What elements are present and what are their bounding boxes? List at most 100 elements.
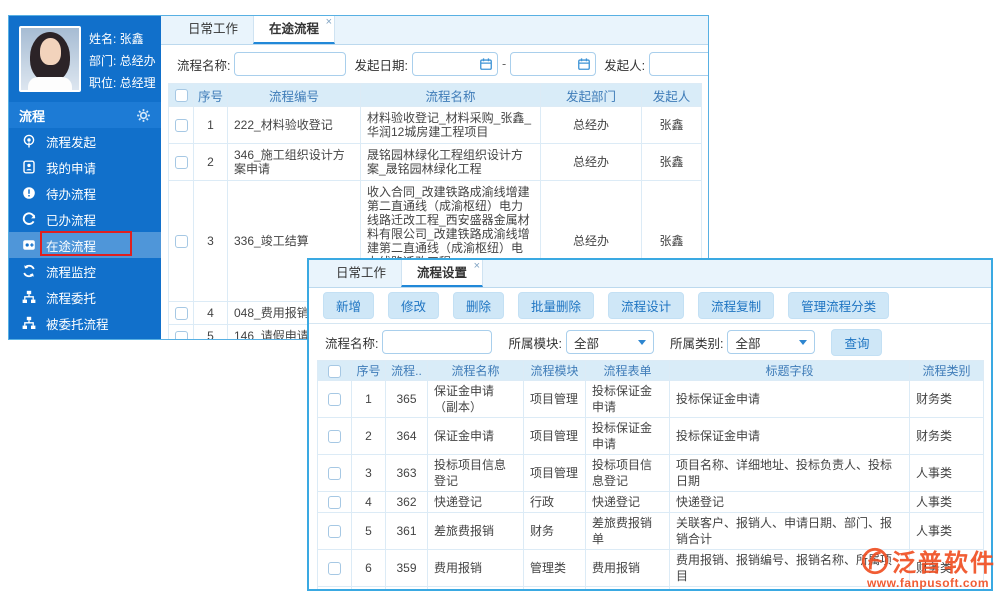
sidebar-item-delegated[interactable]: 被委托流程 [9,310,161,336]
pending-icon [21,185,37,201]
toolbar: 新增 修改 删除 批量删除 流程设计 流程复制 管理流程分类 [309,288,991,324]
sidebar-item-initiate[interactable]: 流程发起 [9,128,161,154]
delete-button[interactable]: 删除 [453,292,505,319]
sitemap-icon [21,289,37,305]
process-design-button[interactable]: 流程设计 [608,292,685,319]
date-to-wrap [510,52,597,76]
select-all-checkbox[interactable] [174,89,188,103]
process-name-input[interactable] [234,52,347,76]
cell: 3 [193,180,228,302]
sidebar-item-in-transit[interactable]: 在途流程 [9,232,161,258]
module-dropdown[interactable]: 全部 [565,330,654,354]
close-icon[interactable]: × [474,261,480,272]
column-header: 发起人 [641,83,702,107]
process-name-label: 流程名称: [325,336,379,351]
cell: 项目线索 [427,586,524,589]
initiator-input[interactable] [649,52,708,76]
date-from-input[interactable] [411,52,498,76]
checkbox-cell [317,491,352,513]
sidebar-item-done[interactable]: 已办流程 [9,206,161,232]
sidebar-item-my-applications[interactable]: 我的申请 [9,154,161,180]
edit-button[interactable]: 修改 [388,292,440,319]
table-header-row: 序号 流程编号 流程名称 发起部门 发起人 [168,83,702,107]
cell: 财务 [523,512,586,550]
column-header: 流程类别 [909,360,984,381]
row-checkbox[interactable] [175,156,188,170]
gear-icon[interactable] [136,108,151,123]
cell: 项目管理 [523,417,586,455]
avatar [19,26,81,92]
back-table-head: 序号 流程编号 流程名称 发起部门 发起人 [168,83,702,107]
date-from-wrap [411,52,498,76]
tab-process-settings[interactable]: 流程设置 × [401,260,484,287]
close-icon[interactable]: × [326,17,332,28]
row-checkbox[interactable] [175,307,188,321]
sidebar-item-label: 我的申请 [46,161,97,176]
column-header: 标题字段 [669,360,910,381]
column-header: 序号 [351,360,386,381]
tab-daily-work[interactable]: 日常工作 [173,16,253,44]
row-checkbox[interactable] [175,330,188,339]
tab-in-transit[interactable]: 在途流程 × [253,16,336,44]
cell: 财务类 [909,417,984,455]
row-checkbox[interactable] [328,467,341,481]
cell: 359 [385,549,428,587]
process-name-input[interactable] [382,330,493,354]
category-label: 所属类别: [669,336,724,351]
sidebar-item-monitor[interactable]: 流程监控 [9,258,161,284]
back-filterbar: 流程名称: 发起日期: - 发起人: [161,45,708,83]
table-row: 3 363 投标项目信息登记 项目管理 投标项目信息登记 项目名称、详细地址、投标负责人、… [317,454,984,492]
batch-delete-button[interactable]: 批量删除 [518,292,595,319]
cell: 361 [385,512,428,550]
search-button[interactable]: 查询 [831,328,883,356]
manage-category-button[interactable]: 管理流程分类 [788,292,890,319]
user-profile: 姓名: 张鑫 部门: 总经办 职位: 总经理 [9,16,161,102]
row-checkbox[interactable] [328,430,341,444]
checkbox-cell [317,512,352,550]
column-header: 流程.. [385,360,428,381]
table-header-row: 序号 流程.. 流程名称 流程模块 流程表单 标题字段 流程类别 [317,360,984,381]
cell: 项目名称、详细地址、投标负责人、投标日期 [669,454,910,492]
process-name-label: 流程名称: [177,58,231,73]
category-dropdown[interactable]: 全部 [727,330,816,354]
cell: 差旅费报销 [427,512,524,550]
chevron-down-icon [799,339,808,345]
select-all-checkbox[interactable] [328,364,341,378]
row-checkbox[interactable] [328,496,341,510]
row-checkbox[interactable] [328,393,341,407]
user-title: 职位: 总经理 [89,76,156,90]
sidebar-item-delegate[interactable]: 流程委托 [9,284,161,310]
module-label: 所属模块: [508,336,562,351]
cell: 财务类 [909,549,984,587]
column-header: 序号 [193,83,228,107]
cell: 人事类 [909,491,984,513]
process-copy-button[interactable]: 流程复制 [698,292,775,319]
row-checkbox[interactable] [328,525,341,539]
module-value: 全部 [573,336,599,351]
checkbox-cell [317,549,352,587]
cell: 346_施工组织设计方案申请 [227,143,361,181]
cell: 投标项目信息登记 [585,454,670,492]
avatar-face [40,38,61,65]
cell: 材料验收登记_材料采购_张鑫_华润12城房建工程项目 [360,106,541,144]
row-checkbox[interactable] [175,235,188,249]
cell: 总经办 [540,106,642,144]
cell: 人事类 [909,586,984,589]
sidebar-item-pending[interactable]: 待办流程 [9,180,161,206]
cell: 投标保证金申请 [585,417,670,455]
sidebar-item-label: 流程委托 [46,291,97,306]
cell: 365 [385,380,428,418]
sidebar-item-label: 流程监控 [46,265,97,280]
user-department: 部门: 总经办 [89,54,156,68]
add-button[interactable]: 新增 [323,292,375,319]
date-to-input[interactable] [510,52,597,76]
column-header: 发起部门 [540,83,642,107]
row-checkbox[interactable] [328,562,341,576]
row-checkbox[interactable] [175,119,188,133]
cell: 投标保证金申请 [669,417,910,455]
tab-daily-work[interactable]: 日常工作 [321,260,401,287]
front-tabstrip: 日常工作 流程设置 × [309,260,991,288]
cell: 管理类 [523,549,586,587]
cell: 投标保证金申请 [669,380,910,418]
cell: 358 [385,586,428,589]
